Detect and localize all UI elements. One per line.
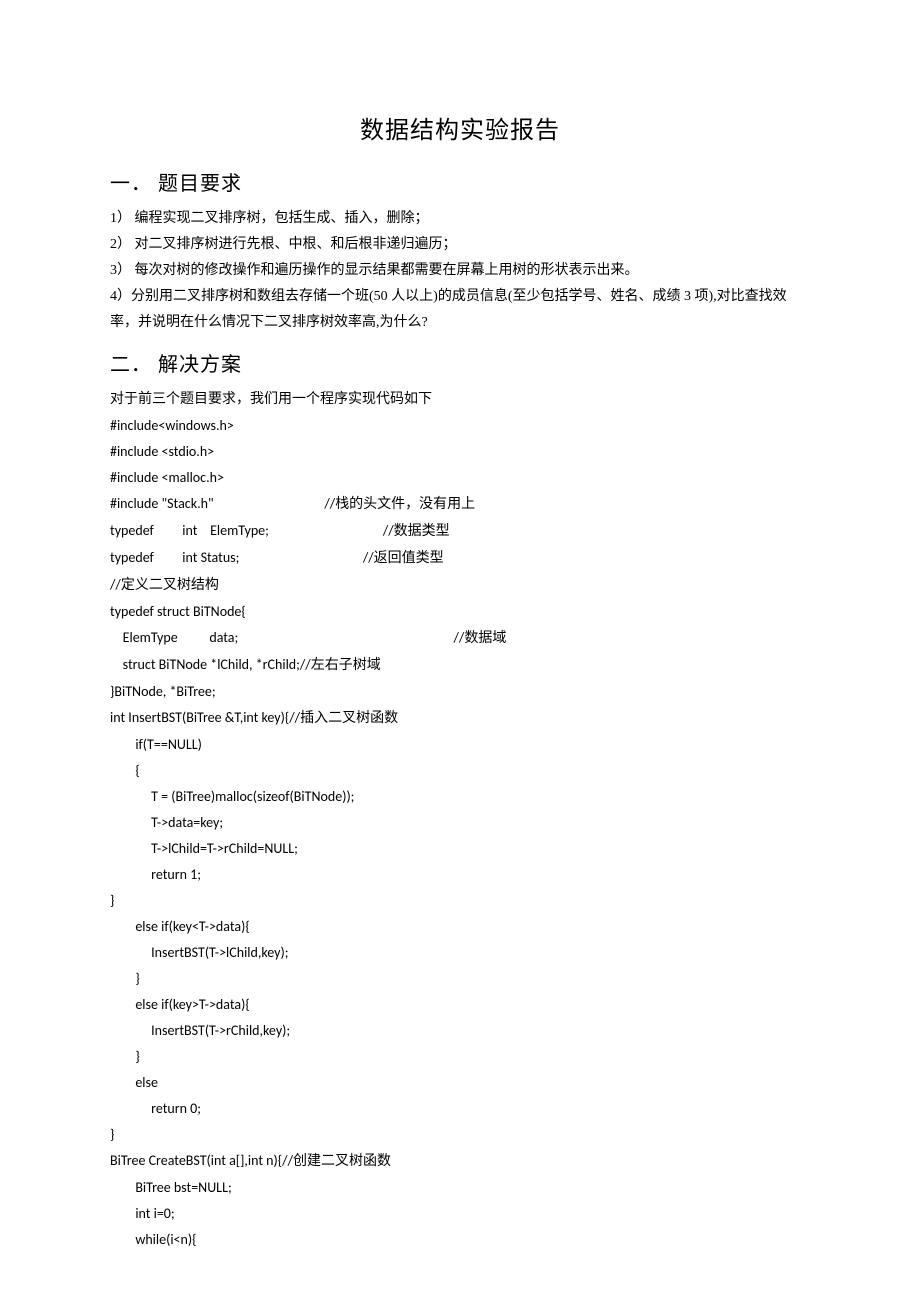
requirement-4: 4）分别用二叉排序树和数组去存储一个班(50 人以上)的成员信息(至少包括学号、… (110, 284, 810, 336)
section-2-intro: 对于前三个题目要求，我们用一个程序实现代码如下 (110, 387, 810, 413)
code-line: #include <malloc.h> (110, 465, 810, 491)
code-line: return 0; (110, 1096, 810, 1122)
code-line: #include<windows.h> (110, 413, 810, 439)
code-line: T = (BiTree)malloc(sizeof(BiTNode)); (110, 784, 810, 810)
requirement-1: 1） 编程实现二叉排序树，包括生成、插入，删除； (110, 206, 810, 232)
requirement-3: 3） 每次对树的修改操作和遍历操作的显示结果都需要在屏幕上用树的形状表示出来。 (110, 258, 810, 284)
code-line: #include <stdio.h> (110, 439, 810, 465)
code-line: typedef struct BiTNode{ (110, 599, 810, 625)
code-line: int InsertBST(BiTree &T,int key){//插入二叉树… (110, 705, 810, 732)
code-line: typedef int Status; //返回值类型 (110, 545, 810, 572)
code-line: else (110, 1070, 810, 1096)
code-line: } (110, 966, 810, 992)
code-line: #include "Stack.h" //栈的头文件，没有用上 (110, 491, 810, 518)
section-1-heading: 一． 题目要求 (110, 167, 810, 196)
code-line: struct BiTNode *lChild, *rChild;//左右子树域 (110, 652, 810, 679)
code-line: } (110, 1122, 810, 1148)
code-line: InsertBST(T->rChild,key); (110, 1018, 810, 1044)
requirement-2: 2） 对二叉排序树进行先根、中根、和后根非递归遍历； (110, 232, 810, 258)
code-line: else if(key<T->data){ (110, 914, 810, 940)
code-line: if(T==NULL) (110, 732, 810, 758)
document-page: 数据结构实验报告 一． 题目要求 1） 编程实现二叉排序树，包括生成、插入，删除… (0, 0, 920, 1293)
code-line: int i=0; (110, 1201, 810, 1227)
code-line: BiTree CreateBST(int a[],int n){//创建二叉树函… (110, 1148, 810, 1175)
code-line: return 1; (110, 862, 810, 888)
code-line: } (110, 1044, 810, 1070)
code-line: } (110, 888, 810, 914)
document-title: 数据结构实验报告 (110, 110, 810, 145)
code-line: BiTree bst=NULL; (110, 1175, 810, 1201)
code-line: T->data=key; (110, 810, 810, 836)
code-block: #include<windows.h>#include <stdio.h>#in… (110, 413, 810, 1253)
code-line: ElemType data; //数据域 (110, 625, 810, 652)
code-line: }BiTNode, *BiTree; (110, 679, 810, 705)
code-line: T->lChild=T->rChild=NULL; (110, 836, 810, 862)
code-line: { (110, 758, 810, 784)
code-line: InsertBST(T->lChild,key); (110, 940, 810, 966)
code-line: while(i<n){ (110, 1227, 810, 1253)
code-line: typedef int ElemType; //数据类型 (110, 518, 810, 545)
code-line: //定义二叉树结构 (110, 572, 810, 599)
code-line: else if(key>T->data){ (110, 992, 810, 1018)
section-2-heading: 二． 解决方案 (110, 348, 810, 377)
